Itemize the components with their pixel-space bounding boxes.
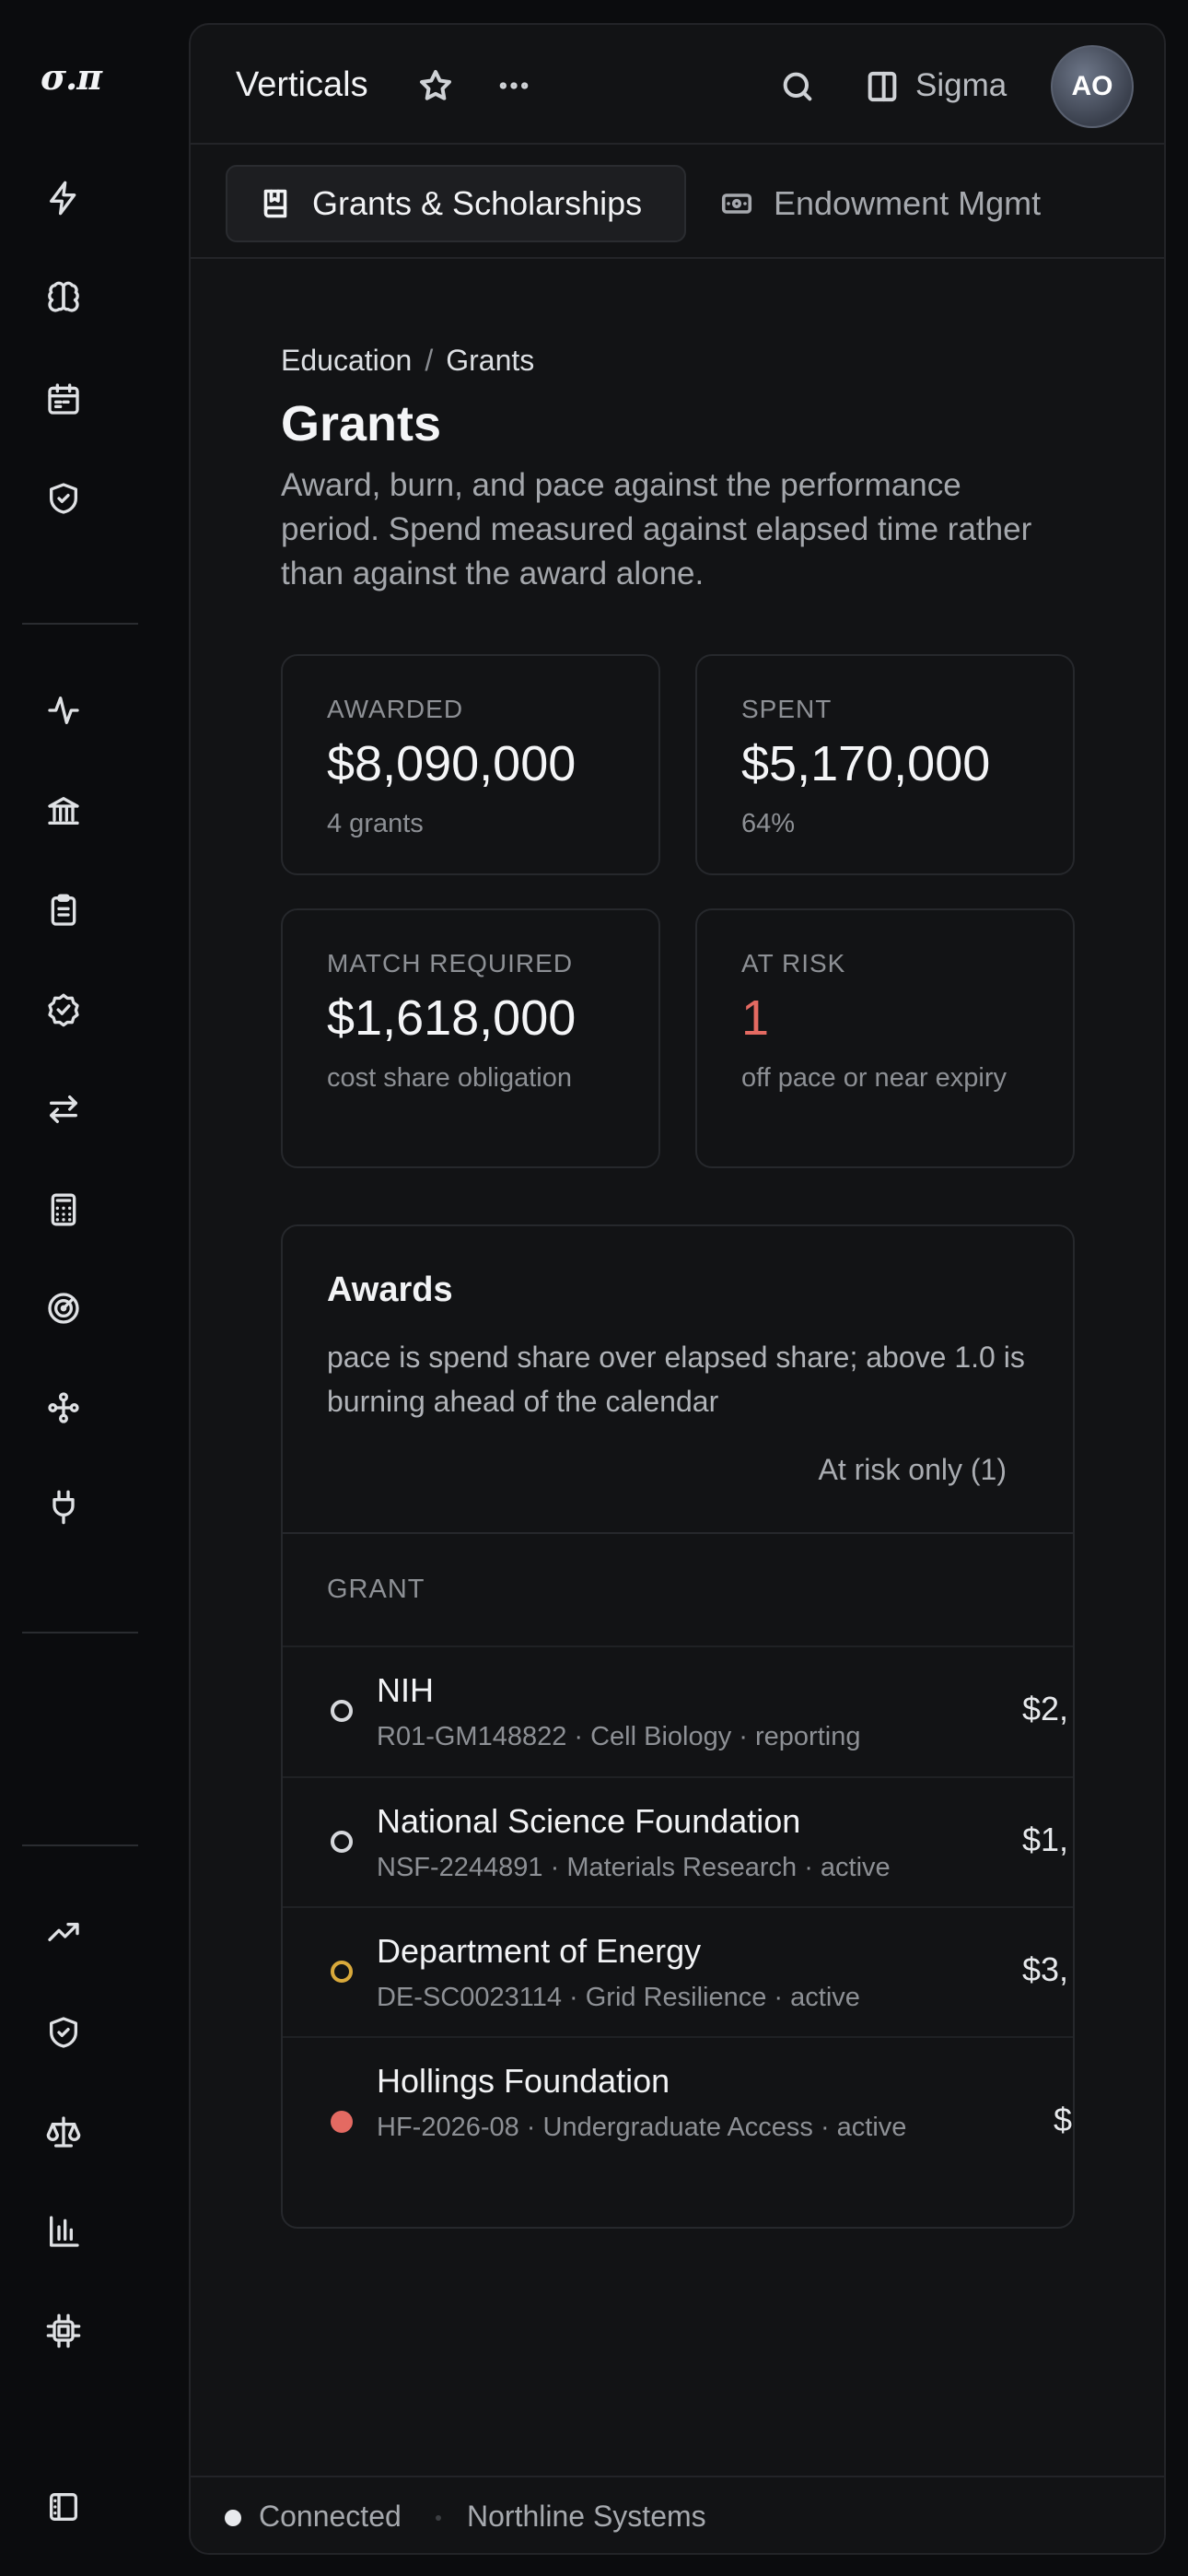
breadcrumb-parent[interactable]: Education <box>281 344 412 377</box>
grant-amount: $1, <box>1022 1821 1069 1858</box>
status-dot <box>331 1961 353 1983</box>
bolt-icon[interactable] <box>42 177 85 219</box>
tab-grants-scholarships[interactable]: Grants & Scholarships <box>226 165 686 242</box>
breadcrumb-separator: / <box>425 344 434 377</box>
grant-meta: NSF-2244891 · Materials Research · activ… <box>377 1853 891 1882</box>
status-dot <box>331 1831 353 1853</box>
tab-label: Grants & Scholarships <box>312 184 643 222</box>
stat-card-match-required: MATCH REQUIRED $1,618,000 cost share obl… <box>281 908 660 1168</box>
badge-check-icon[interactable] <box>42 989 85 1031</box>
stat-value: $1,618,000 <box>327 990 577 1046</box>
table-row[interactable]: Hollings Foundation HF-2026-08 · Undergr… <box>283 2036 1073 2227</box>
page-subtitle: Award, burn, and pace against the perfor… <box>281 467 1032 591</box>
stat-note: 4 grants <box>327 809 424 838</box>
chip-icon[interactable] <box>42 2310 85 2352</box>
grant-name: Hollings Foundation <box>377 2062 670 2100</box>
grant-amount: $ <box>1054 2101 1073 2138</box>
shield-check-icon[interactable] <box>42 2011 85 2054</box>
organization-name: Northline Systems <box>467 2500 706 2533</box>
stat-note: off pace or near expiry <box>741 1063 1007 1093</box>
banknote-icon <box>721 193 752 214</box>
stat-value: $5,170,000 <box>741 736 991 791</box>
app-title: Verticals <box>236 65 368 104</box>
star-icon[interactable] <box>416 66 455 105</box>
at-risk-filter-toggle[interactable]: At risk only (1) <box>819 1453 1007 1487</box>
calculator-icon[interactable] <box>42 1188 85 1231</box>
stat-card-at-risk: AT RISK 1 off pace or near expiry <box>695 908 1075 1168</box>
stat-value: 1 <box>741 990 770 1046</box>
search-icon[interactable] <box>777 66 818 107</box>
awards-title: Awards <box>327 1270 453 1309</box>
bar-chart-icon[interactable] <box>42 2210 85 2253</box>
breadcrumb: Education / Grants <box>281 344 534 378</box>
status-separator <box>436 2515 441 2521</box>
stat-value: $8,090,000 <box>327 736 577 791</box>
grant-meta: DE-SC0023114 · Grid Resilience · active <box>377 1983 860 2012</box>
bank-icon[interactable] <box>42 790 85 832</box>
panel-toggle-icon[interactable] <box>862 66 903 107</box>
status-dot <box>331 2111 353 2133</box>
clipboard-icon[interactable] <box>42 889 85 931</box>
grant-amount: $2, <box>1022 1690 1069 1727</box>
grant-name: Department of Energy <box>377 1932 702 1970</box>
divider <box>283 1532 1073 1534</box>
grant-meta: HF-2026-08 · Undergraduate Access · acti… <box>377 2113 907 2142</box>
workflow-icon[interactable] <box>42 1387 85 1429</box>
tab-endowment-mgmt[interactable]: Endowment Mgmt <box>720 165 1041 242</box>
awards-description: pace is spend share over elapsed share; … <box>327 1341 1025 1418</box>
awards-card: Awards pace is spend share over elapsed … <box>281 1224 1075 2229</box>
grant-name: National Science Foundation <box>377 1802 801 1840</box>
main-panel: Verticals Sigma AO Grants & Scholarships… <box>189 23 1166 2555</box>
column-header-grant[interactable]: GRANT <box>327 1575 425 1605</box>
connection-status: Connected <box>259 2500 402 2533</box>
trending-up-icon[interactable] <box>42 1911 85 1953</box>
more-icon[interactable] <box>495 66 533 105</box>
grant-meta: R01-GM148822 · Cell Biology · reporting <box>377 1722 861 1751</box>
grant-amount: $3, <box>1022 1950 1069 1988</box>
app-logo: σ.π <box>41 56 102 98</box>
book-icon <box>263 189 287 218</box>
tab-label: Endowment Mgmt <box>774 184 1042 222</box>
stat-card-awarded: AWARDED $8,090,000 4 grants <box>281 654 660 875</box>
table-row[interactable]: NIH R01-GM148822 · Cell Biology · report… <box>283 1645 1073 1776</box>
page-title: Grants <box>281 396 442 451</box>
status-dot <box>331 1700 353 1722</box>
scale-icon[interactable] <box>42 2111 85 2153</box>
stat-card-spent: SPENT $5,170,000 64% <box>695 654 1075 875</box>
user-avatar[interactable]: AO <box>1051 45 1134 128</box>
stat-note: 64% <box>741 809 796 838</box>
calendar-icon[interactable] <box>42 378 85 420</box>
tab-bar: Grants & Scholarships Endowment Mgmt <box>191 146 1164 259</box>
rail-divider <box>22 1844 138 1846</box>
breadcrumb-current: Grants <box>446 344 535 377</box>
radar-icon[interactable] <box>42 1287 85 1329</box>
grant-name: NIH <box>377 1671 434 1709</box>
connection-status-dot <box>225 2510 241 2526</box>
rail-divider <box>22 1632 138 1633</box>
shield-check-icon[interactable] <box>42 477 85 520</box>
table-row[interactable]: Department of Energy DE-SC0023114 · Grid… <box>283 1906 1073 2036</box>
workspace-switcher[interactable]: Sigma <box>915 67 1007 104</box>
stat-note: cost share obligation <box>327 1063 572 1093</box>
rail-divider <box>22 623 138 625</box>
stat-label: AT RISK <box>741 949 846 978</box>
sidebar-icon[interactable] <box>42 2486 85 2528</box>
arrows-swap-icon[interactable] <box>42 1088 85 1130</box>
plug-icon[interactable] <box>42 1486 85 1528</box>
top-bar: Verticals Sigma AO <box>191 25 1164 145</box>
table-row[interactable]: National Science Foundation NSF-2244891 … <box>283 1776 1073 1906</box>
stat-label: MATCH REQUIRED <box>327 949 574 978</box>
status-bar: Connected Northline Systems <box>191 2476 1164 2553</box>
stat-label: SPENT <box>741 695 833 723</box>
left-rail: σ.π <box>0 0 184 2576</box>
activity-icon[interactable] <box>42 689 85 732</box>
stat-label: AWARDED <box>327 695 464 723</box>
brain-icon[interactable] <box>42 277 85 320</box>
